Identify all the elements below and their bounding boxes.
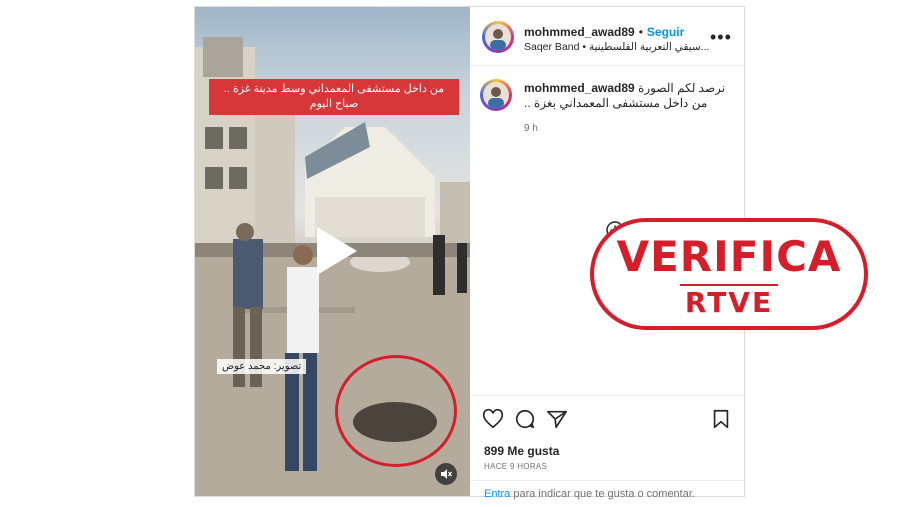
stamp-title: VERIFICA [616, 232, 842, 281]
caption-timestamp: 9 h [524, 123, 538, 134]
profile-picture-icon [490, 29, 506, 50]
heart-icon[interactable] [482, 408, 504, 430]
mute-toggle[interactable] [435, 463, 457, 485]
caption-author-username[interactable]: mohmmed_awad89 [524, 81, 635, 95]
add-comment-bar: Entra para indicar que te gusta o coment… [470, 480, 744, 500]
header-title-row: mohmmed_awad89 • Seguir [524, 23, 684, 41]
share-icon[interactable] [546, 408, 568, 430]
play-icon[interactable] [303, 221, 363, 281]
profile-picture-icon [488, 87, 504, 108]
caption-body: mohmmed_awad89 نرصد لكم الصورة من داخل م… [524, 81, 734, 111]
avatar[interactable] [480, 79, 512, 111]
comment-prompt-text: para indicar que te gusta o comentar. [510, 488, 695, 500]
highlight-circle-annotation [335, 355, 457, 467]
audio-track-link[interactable]: Saqer Band • سيقي التعربية الفلسطينية... [524, 41, 709, 53]
post-actions: 899 Me gusta HACE 9 HORAS Entra para ind… [470, 395, 744, 500]
verifica-rtve-stamp: VERIFICA RTVE [590, 218, 868, 330]
post-header: mohmmed_awad89 • Seguir Saqer Band • سيقي … [470, 7, 744, 66]
separator-dot: • [638, 25, 643, 39]
like-count[interactable]: 899 Me gusta [484, 444, 559, 458]
avatar[interactable] [482, 21, 514, 53]
post-author-username[interactable]: mohmmed_awad89 [524, 25, 635, 39]
video-overlay-caption: من داخل مستشفى المعمداني وسط مدينة غزة .… [209, 79, 459, 115]
speaker-muted-icon [441, 469, 452, 479]
follow-button[interactable]: Seguir [647, 25, 684, 39]
bookmark-icon[interactable] [710, 408, 732, 430]
comment-icon[interactable] [514, 408, 536, 430]
photo-credit-label: تصوير: محمد عوض [217, 359, 307, 374]
post-video[interactable]: من داخل مستشفى المعمداني وسط مدينة غزة .… [195, 7, 470, 496]
post-timestamp: HACE 9 HORAS [484, 462, 548, 471]
stamp-subtitle: RTVE [684, 286, 774, 319]
login-link[interactable]: Entra [484, 488, 510, 500]
more-options-icon[interactable]: ••• [710, 27, 732, 48]
